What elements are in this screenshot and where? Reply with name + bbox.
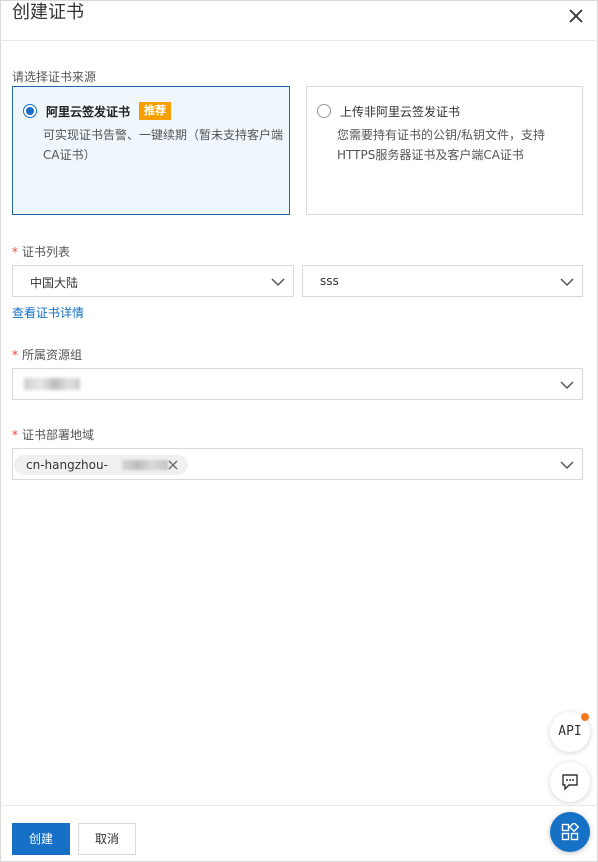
dialog-header: 创建证书 <box>0 0 598 41</box>
remove-tag-icon[interactable] <box>167 459 179 471</box>
region-tag-text: cn-hangzhou- <box>26 458 108 472</box>
resource-group-select[interactable] <box>12 368 583 400</box>
source-option-aliyun[interactable]: 阿里云签发证书 推荐 可实现证书告警、一键续期（暂未支持客户端CA证书） <box>12 86 290 215</box>
api-button[interactable]: API <box>550 712 590 752</box>
chevron-down-icon <box>560 378 574 392</box>
dialog-title: 创建证书 <box>12 2 84 23</box>
notification-dot <box>581 713 589 721</box>
deploy-region-label: * 证书部署地域 <box>12 428 95 442</box>
source-option-upload[interactable]: 上传非阿里云签发证书 您需要持有证书的公钥/私钥文件，支持HTTPS服务器证书及… <box>306 86 583 215</box>
option-title-upload: 上传非阿里云签发证书 <box>340 105 461 119</box>
chevron-down-icon <box>271 275 285 289</box>
cert-list-label: * 证书列表 <box>12 245 71 259</box>
cert-select-value: sss <box>320 274 339 288</box>
chat-icon <box>562 774 578 791</box>
radio-aliyun[interactable] <box>23 104 37 118</box>
create-button[interactable]: 创建 <box>12 823 70 855</box>
option-title-aliyun: 阿里云签发证书 <box>46 105 131 119</box>
redacted-region-suffix <box>122 460 168 470</box>
option-desc-aliyun: 可实现证书告警、一键续期（暂未支持客户端CA证书） <box>43 128 284 162</box>
resource-group-label: * 所属资源组 <box>12 348 83 362</box>
region-tag: cn-hangzhou- <box>14 455 188 475</box>
option-desc-upload: 您需要持有证书的公钥/私钥文件，支持HTTPS服务器证书及客户端CA证书 <box>337 128 546 162</box>
view-cert-detail-link[interactable]: 查看证书详情 <box>12 304 84 321</box>
chevron-down-icon <box>560 275 574 289</box>
apps-grid-icon <box>561 823 579 841</box>
close-icon[interactable] <box>566 6 586 26</box>
region-select[interactable]: 中国大陆 <box>12 265 294 297</box>
cert-select[interactable]: sss <box>302 265 583 297</box>
region-select-value: 中国大陆 <box>30 276 79 290</box>
recommend-badge: 推荐 <box>139 102 171 120</box>
cancel-button[interactable]: 取消 <box>78 823 136 855</box>
redacted-resource-group <box>24 378 80 390</box>
api-label: API <box>558 724 582 739</box>
apps-button[interactable] <box>550 812 590 852</box>
chevron-down-icon <box>560 458 574 472</box>
chat-button[interactable] <box>550 762 590 802</box>
source-label: 请选择证书来源 <box>12 70 97 84</box>
radio-upload[interactable] <box>317 104 331 118</box>
